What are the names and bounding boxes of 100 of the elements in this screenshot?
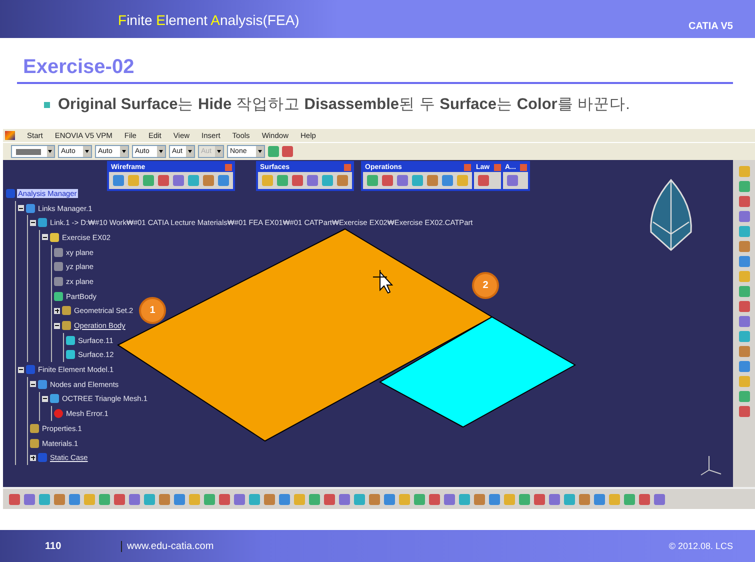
tool-icon[interactable] <box>339 494 350 504</box>
tool-icon[interactable] <box>639 494 650 504</box>
tool-icon[interactable] <box>738 391 750 402</box>
tool-icon[interactable] <box>382 175 393 186</box>
tool-icon[interactable] <box>143 175 154 186</box>
tool-icon[interactable] <box>738 331 750 342</box>
tool-icon[interactable] <box>738 226 750 237</box>
tool-icon[interactable] <box>457 175 468 186</box>
tool-icon[interactable] <box>277 175 288 186</box>
tool-icon[interactable] <box>429 494 440 504</box>
tool-icon[interactable] <box>427 175 438 186</box>
tool-icon[interactable] <box>738 196 750 207</box>
tool-icon[interactable] <box>397 175 408 186</box>
tool-icon[interactable] <box>324 494 335 504</box>
tool-icon[interactable] <box>564 494 575 504</box>
tool-icon[interactable] <box>609 494 620 504</box>
tool-icon[interactable] <box>504 494 515 504</box>
tool-icon[interactable] <box>519 494 530 504</box>
tool-icon[interactable] <box>369 494 380 504</box>
close-icon[interactable] <box>520 164 527 171</box>
tool-icon[interactable] <box>113 175 124 186</box>
tool-icon[interactable] <box>219 494 230 504</box>
tool-icon[interactable] <box>307 175 318 186</box>
tool-icon[interactable] <box>738 286 750 297</box>
tool-icon[interactable] <box>309 494 320 504</box>
collapse-toggle[interactable] <box>42 396 48 402</box>
tool-icon[interactable] <box>507 175 518 186</box>
expand-toggle[interactable] <box>30 454 36 461</box>
tool-icon[interactable] <box>738 166 750 177</box>
surface-patch[interactable] <box>378 316 576 428</box>
collapse-toggle[interactable] <box>30 381 36 388</box>
tool-icon[interactable] <box>354 494 365 504</box>
tool-icon[interactable] <box>114 494 125 504</box>
3d-viewport[interactable] <box>3 160 733 487</box>
tool-icon[interactable] <box>264 494 275 504</box>
tool-icon[interactable] <box>384 494 395 504</box>
tool-icon[interactable] <box>738 181 750 192</box>
close-icon[interactable] <box>494 164 501 171</box>
tool-icon[interactable] <box>738 301 750 312</box>
collapse-toggle[interactable] <box>30 220 36 226</box>
tool-icon[interactable] <box>159 494 170 504</box>
compass-icon[interactable] <box>650 179 692 251</box>
tool-icon[interactable] <box>39 494 50 504</box>
tool-icon[interactable] <box>69 494 80 504</box>
tool-icon[interactable] <box>218 175 229 186</box>
tool-icon[interactable] <box>9 494 20 504</box>
tool-icon[interactable] <box>414 494 425 504</box>
tool-icon[interactable] <box>54 494 65 504</box>
collapse-toggle[interactable] <box>54 322 60 329</box>
tool-icon[interactable] <box>129 494 140 504</box>
tool-icon[interactable] <box>399 494 410 504</box>
tool-icon[interactable] <box>444 494 455 504</box>
tool-icon[interactable] <box>158 175 169 186</box>
tool-icon[interactable] <box>738 211 750 222</box>
tool-icon[interactable] <box>234 494 245 504</box>
tool-icon[interactable] <box>268 146 279 157</box>
tool-icon[interactable] <box>292 175 303 186</box>
tool-icon[interactable] <box>128 175 139 186</box>
tool-icon[interactable] <box>204 494 215 504</box>
tool-icon[interactable] <box>282 146 293 157</box>
tool-icon[interactable] <box>474 494 485 504</box>
tool-icon[interactable] <box>624 494 635 504</box>
tool-icon[interactable] <box>367 175 378 186</box>
tool-icon[interactable] <box>738 361 750 372</box>
tool-icon[interactable] <box>738 271 750 282</box>
tool-icon[interactable] <box>738 346 750 357</box>
tool-icon[interactable] <box>174 494 185 504</box>
tool-icon[interactable] <box>84 494 95 504</box>
tool-icon[interactable] <box>654 494 665 504</box>
tool-icon[interactable] <box>322 175 333 186</box>
tool-icon[interactable] <box>738 316 750 327</box>
collapse-toggle[interactable] <box>42 234 48 240</box>
tool-icon[interactable] <box>738 241 750 252</box>
tool-icon[interactable] <box>188 175 199 186</box>
tool-icon[interactable] <box>294 494 305 504</box>
tool-icon[interactable] <box>459 494 470 504</box>
tool-icon[interactable] <box>173 175 184 186</box>
tool-icon[interactable] <box>738 376 750 387</box>
tool-icon[interactable] <box>144 494 155 504</box>
tool-icon[interactable] <box>249 494 260 504</box>
tool-icon[interactable] <box>279 494 290 504</box>
tool-icon[interactable] <box>594 494 605 504</box>
tool-icon[interactable] <box>189 494 200 504</box>
tool-icon[interactable] <box>24 494 35 504</box>
tool-icon[interactable] <box>203 175 214 186</box>
tool-icon[interactable] <box>579 494 590 504</box>
tool-icon[interactable] <box>489 494 500 504</box>
tool-icon[interactable] <box>534 494 545 504</box>
website-link[interactable]: www.edu-catia.com <box>121 540 214 552</box>
tool-icon[interactable] <box>738 256 750 267</box>
tool-icon[interactable] <box>412 175 423 186</box>
collapse-toggle[interactable] <box>18 366 24 373</box>
collapse-toggle[interactable] <box>18 205 24 212</box>
expand-toggle[interactable] <box>54 308 60 314</box>
tool-icon[interactable] <box>442 175 453 186</box>
tool-icon[interactable] <box>99 494 110 504</box>
tool-icon[interactable] <box>262 175 273 186</box>
tool-icon[interactable] <box>478 175 489 186</box>
tool-icon[interactable] <box>738 406 750 417</box>
tool-icon[interactable] <box>337 175 348 186</box>
